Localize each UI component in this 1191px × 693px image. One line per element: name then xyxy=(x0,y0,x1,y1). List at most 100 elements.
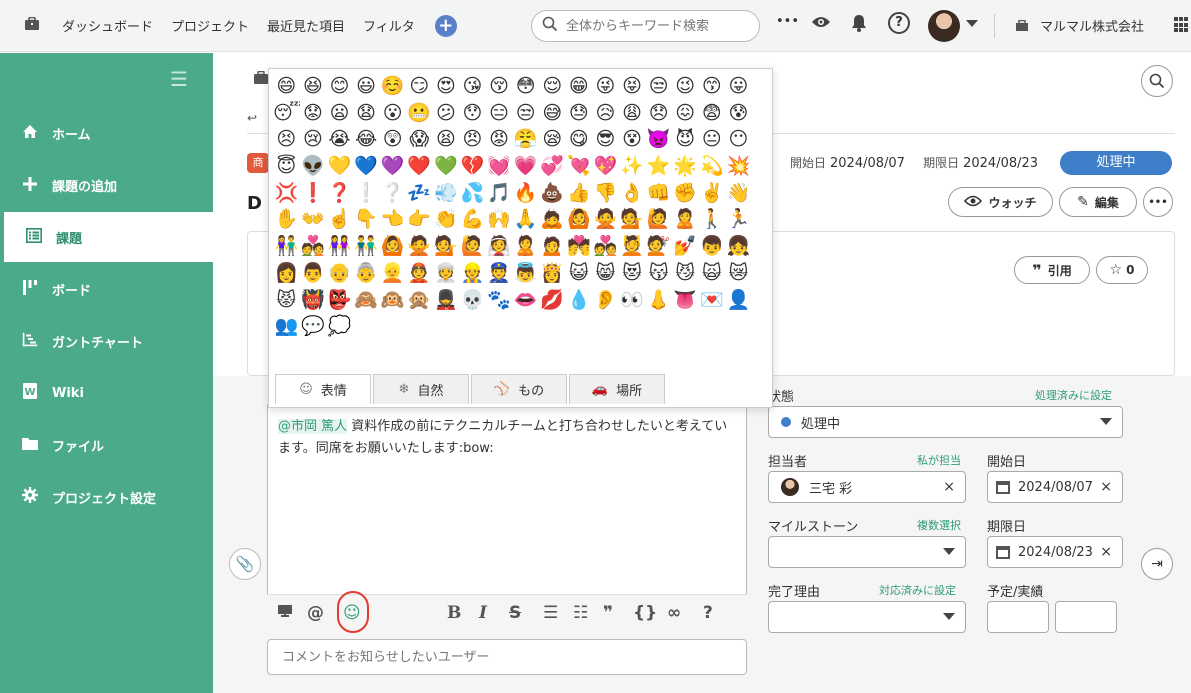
emoji-item[interactable]: 😆 xyxy=(300,73,327,100)
milestone-select[interactable] xyxy=(768,536,966,568)
emoji-item[interactable]: 😠 xyxy=(459,126,486,153)
emoji-item[interactable]: 👩 xyxy=(273,260,300,287)
emoji-item[interactable]: 🏃 xyxy=(725,206,752,233)
bullet-list-icon[interactable]: ☰ xyxy=(543,603,558,623)
emoji-item[interactable]: 😓 xyxy=(566,100,593,127)
company-name[interactable]: マルマル株式会社 xyxy=(1040,16,1144,35)
emoji-item[interactable]: 💏 xyxy=(566,233,593,260)
sidebar-item-project-settings[interactable]: プロジェクト設定 xyxy=(0,472,213,522)
emoji-item[interactable]: 💂 xyxy=(433,287,460,314)
emoji-item[interactable]: ✨ xyxy=(619,153,646,180)
emoji-item[interactable]: 💇 xyxy=(645,233,672,260)
resolution-select[interactable] xyxy=(768,601,966,633)
emoji-item[interactable]: 😣 xyxy=(273,126,300,153)
emoji-item[interactable]: 😅 xyxy=(539,100,566,127)
emoji-item[interactable]: 🙎 xyxy=(512,233,539,260)
emoji-item[interactable]: 💘 xyxy=(566,153,593,180)
clear-icon[interactable]: × xyxy=(943,479,955,495)
emoji-item[interactable]: ❓ xyxy=(326,180,353,207)
emoji-item[interactable]: 🙆 xyxy=(566,206,593,233)
emoji-item[interactable]: 👵 xyxy=(353,260,380,287)
set-completed-link[interactable]: 対応済みに設定 xyxy=(879,582,956,598)
emoji-item[interactable]: 😐 xyxy=(699,126,726,153)
nav-recent[interactable]: 最近見た項目 xyxy=(267,16,345,35)
emoji-item[interactable]: 😉 xyxy=(672,73,699,100)
emoji-item[interactable]: 😱 xyxy=(406,126,433,153)
emoji-item[interactable]: 🙊 xyxy=(406,287,433,314)
emoji-item[interactable]: 💨 xyxy=(433,180,460,207)
emoji-item[interactable]: ☺️ xyxy=(379,73,406,100)
emoji-item[interactable]: 👤 xyxy=(725,287,752,314)
briefcase-icon[interactable] xyxy=(24,16,44,35)
emoji-item[interactable]: 😃 xyxy=(353,73,380,100)
emoji-item[interactable]: 💑 xyxy=(592,233,619,260)
emoji-item[interactable]: 🙍 xyxy=(539,233,566,260)
sidebar-item-wiki[interactable]: W Wiki xyxy=(0,368,213,418)
emoji-item[interactable]: 🙎 xyxy=(672,206,699,233)
emoji-item[interactable]: 😮 xyxy=(379,100,406,127)
strikethrough-icon[interactable]: S xyxy=(509,603,521,623)
emoji-item[interactable]: 👐 xyxy=(300,206,327,233)
emoji-item[interactable]: 🙇 xyxy=(539,206,566,233)
emoji-item[interactable]: 😪 xyxy=(539,126,566,153)
emoji-item[interactable]: 💦 xyxy=(459,180,486,207)
emoji-item[interactable]: 😒 xyxy=(512,100,539,127)
emoji-item[interactable]: 💌 xyxy=(699,287,726,314)
emoji-item[interactable]: 🔥 xyxy=(512,180,539,207)
due-date-field[interactable]: 2024/08/23 × xyxy=(987,536,1123,568)
emoji-item[interactable]: 😖 xyxy=(672,100,699,127)
emoji-item[interactable]: 💅 xyxy=(672,233,699,260)
emoji-item[interactable]: 🙈 xyxy=(353,287,380,314)
emoji-item[interactable]: 💢 xyxy=(273,180,300,207)
emoji-item[interactable]: 👇 xyxy=(353,206,380,233)
emoji-item[interactable]: 😲 xyxy=(379,126,406,153)
mention-icon[interactable]: @ xyxy=(307,603,324,623)
emoji-item[interactable]: 😧 xyxy=(353,100,380,127)
emoji-item[interactable]: 👉 xyxy=(406,206,433,233)
global-search-input[interactable] xyxy=(566,18,746,34)
eye-icon[interactable] xyxy=(811,14,831,33)
comment-text[interactable]: @市岡 篤人 資料作成の前にテクニカルチームと打ち合わせしたいと考えています。同… xyxy=(268,406,746,460)
emoji-item[interactable]: 👈 xyxy=(379,206,406,233)
emoji-item[interactable]: 😻 xyxy=(619,260,646,287)
emoji-item[interactable]: 😶 xyxy=(725,126,752,153)
multi-select-link[interactable]: 複数選択 xyxy=(917,517,961,533)
emoji-item[interactable]: 👦 xyxy=(699,233,726,260)
emoji-item[interactable]: 👲 xyxy=(406,260,433,287)
emoji-item[interactable]: 👏 xyxy=(433,206,460,233)
emoji-item[interactable]: 😜 xyxy=(592,73,619,100)
emoji-item[interactable]: 💑 xyxy=(300,233,327,260)
emoji-item[interactable]: 🐾 xyxy=(486,287,513,314)
emoji-item[interactable]: ⭐ xyxy=(645,153,672,180)
link-icon[interactable]: ∞ xyxy=(667,603,681,623)
emoji-item[interactable]: 🙏 xyxy=(512,206,539,233)
emoji-item[interactable]: 💖 xyxy=(592,153,619,180)
emoji-item[interactable]: ✋ xyxy=(273,206,300,233)
emoji-item[interactable]: 🙋 xyxy=(645,206,672,233)
user-avatar[interactable] xyxy=(928,10,960,42)
collapse-panel-button[interactable]: ⇥ xyxy=(1141,548,1173,580)
emoji-item[interactable]: 😳 xyxy=(512,73,539,100)
emoji-item[interactable]: 😁 xyxy=(566,73,593,100)
emoji-item[interactable]: 😒 xyxy=(645,73,672,100)
status-select[interactable]: 処理中 xyxy=(768,406,1123,438)
emoji-item[interactable]: 👰 xyxy=(486,233,513,260)
help-icon[interactable]: ? xyxy=(888,12,910,34)
more-actions-button[interactable]: ••• xyxy=(1143,187,1173,217)
emoji-item[interactable]: 😵 xyxy=(619,126,646,153)
emoji-item[interactable]: 😂 xyxy=(353,126,380,153)
emoji-item[interactable]: 😌 xyxy=(539,73,566,100)
emoji-item[interactable]: 👽 xyxy=(300,153,327,180)
emoji-item[interactable]: 🙉 xyxy=(379,287,406,314)
emoji-item[interactable]: 👸 xyxy=(539,260,566,287)
emoji-item[interactable]: 😄 xyxy=(273,73,300,100)
emoji-item[interactable]: 💪 xyxy=(459,206,486,233)
numbered-list-icon[interactable]: ☷ xyxy=(573,603,588,623)
emoji-item[interactable]: 👬 xyxy=(353,233,380,260)
emoji-item[interactable]: 😼 xyxy=(672,260,699,287)
emoji-item[interactable]: 👼 xyxy=(512,260,539,287)
emoji-item[interactable]: 🙀 xyxy=(699,260,726,287)
quote-button[interactable]: ❞ 引用 xyxy=(1014,256,1090,284)
emoji-item[interactable]: 👥 xyxy=(273,313,300,340)
clear-icon[interactable]: × xyxy=(1100,544,1112,560)
